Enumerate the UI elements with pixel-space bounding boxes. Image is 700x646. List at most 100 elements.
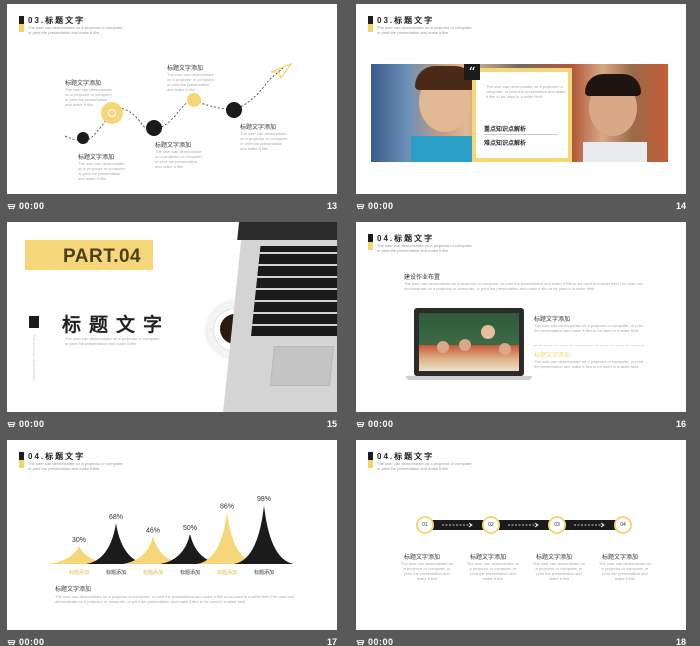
section-heading-desc: The user can demonstrate on a projector … (404, 281, 643, 291)
slide-footer-bar: 00:00 17 (0, 634, 345, 646)
slide-timing: 00:00 (19, 419, 45, 429)
step-label-2: 标题文字添加 (167, 66, 204, 72)
part-label: PART.04 (63, 246, 142, 267)
slide-thumbnail-17[interactable]: 04.标题文字 The user can demonstrate on a pr… (0, 436, 345, 646)
node-desc-2: The user can demonstrate on a projector … (466, 561, 520, 581)
key-point-2: 难点知识点解析 (484, 141, 527, 147)
animation-star-icon[interactable] (356, 202, 365, 211)
chart-value-label-2: 68% (109, 514, 123, 521)
section-title: 标题文字 (62, 315, 171, 336)
step-desc-1: The user can demonstrate on a projector … (65, 87, 113, 107)
laptop-screen-edge (237, 222, 337, 240)
chart-peak-6 (234, 505, 294, 564)
step-desc-5: The user can demonstrate on a projector … (240, 131, 288, 151)
chart-category-label-5: 标题添加 (217, 569, 237, 576)
chart-category-label-6: 标题添加 (254, 569, 274, 576)
timeline-node-1 (77, 132, 89, 144)
laptop-trackpad (269, 346, 335, 386)
chart-category-label-4: 标题添加 (180, 569, 200, 576)
chart-category-label-3: 标题添加 (143, 569, 163, 576)
laptop-base (406, 376, 532, 380)
child-hair-right (585, 74, 641, 96)
slide-footer-bar: 00:00 18 (349, 634, 694, 646)
slide-timing: 00:00 (368, 637, 394, 646)
node-label-3: 标题文字添加 (536, 555, 573, 561)
slide-number: 14 (675, 201, 686, 211)
node-label-2: 标题文字添加 (470, 555, 507, 561)
student-figure-2 (459, 339, 471, 351)
slide-canvas: 03.标题文字 The user can demonstrate on a pr… (7, 4, 337, 194)
slide-number: 18 (675, 637, 686, 646)
laptop-keyboard (251, 246, 337, 336)
node-desc-1: The user can demonstrate on a projector … (400, 561, 454, 581)
slide-thumbnail-15[interactable]: PART.04 标题文字 The user can demonstrate Th… (0, 218, 345, 436)
step-label-1: 标题文字添加 (65, 81, 102, 87)
slide-timing: 00:00 (19, 637, 45, 646)
slide-thumbnail-13[interactable]: 03.标题文字 The user can demonstrate on a pr… (0, 0, 345, 218)
animation-star-icon[interactable] (356, 638, 365, 646)
timeline-node-3 (146, 120, 162, 136)
chart-value-label-1: 30% (72, 537, 86, 544)
timeline-node-4 (187, 93, 201, 107)
process-arrows (442, 522, 605, 528)
key-point-1: 重点知识点解析 (484, 127, 527, 133)
item-label-1: 标题文字添加 (534, 317, 571, 323)
step-desc-2: The user can demonstrate on a projector … (167, 72, 215, 92)
slide-number: 15 (326, 419, 337, 429)
process-node-2: 02 (482, 516, 500, 534)
slide-timing: 00:00 (368, 201, 394, 211)
slide-thumbnail-18[interactable]: 04.标题文字 The user can demonstrate on a pr… (349, 436, 694, 646)
animation-star-icon[interactable] (7, 202, 16, 211)
slide-canvas: 04.标题文字 The user can demonstrate on a pr… (356, 222, 686, 412)
step-label-4: 标题文字添加 (155, 143, 192, 149)
slide-canvas: PART.04 标题文字 The user can demonstrate Th… (7, 222, 337, 412)
process-node-4: 04 (614, 516, 632, 534)
slide-subtitle: The user can demonstrate on a projector … (377, 243, 473, 253)
chart-footer-title: 标题文字添加 (55, 587, 92, 593)
chart-value-label-6: 98% (257, 496, 271, 503)
slide-footer-bar: 00:00 16 (349, 416, 694, 434)
slide-canvas: 03.标题文字 The user can demonstrate on a pr… (356, 4, 686, 194)
laptop (222, 222, 337, 412)
slide-timing: 00:00 (368, 419, 394, 429)
step-desc-3: The user can demonstrate on a projector … (78, 161, 126, 181)
chart-footer-desc: The user can demonstrate on a projector … (55, 594, 294, 604)
slide-timing: 00:00 (19, 201, 45, 211)
animation-star-icon[interactable] (7, 638, 16, 646)
step-label-3: 标题文字添加 (78, 155, 115, 161)
chart-value-label-4: 50% (183, 525, 197, 532)
laptop-screen-photo (419, 313, 519, 371)
node-desc-4: The user can demonstrate on a projector … (598, 561, 652, 581)
slide-number: 16 (675, 419, 686, 429)
node-label-4: 标题文字添加 (602, 555, 639, 561)
divider (484, 134, 558, 135)
teacher-figure (481, 325, 495, 339)
slide-subtitle: The user can demonstrate on a projector … (377, 25, 473, 35)
slide-canvas: 04.标题文字 The user can demonstrate on a pr… (7, 440, 337, 630)
node-desc-3: The user can demonstrate on a projector … (532, 561, 586, 581)
item-desc-2: The user can demonstrate on a projector … (534, 359, 644, 369)
slide-thumbnail-16[interactable]: 04.标题文字 The user can demonstrate on a pr… (349, 218, 694, 436)
process-node-1: 01 (416, 516, 434, 534)
student-figure-3 (499, 343, 511, 355)
timeline-node-5 (226, 102, 242, 118)
student-figure-1 (437, 341, 449, 353)
slide-footer-bar: 00:00 15 (0, 416, 345, 434)
process-node-3: 03 (548, 516, 566, 534)
step-label-5: 标题文字添加 (240, 125, 277, 131)
chart-category-label-2: 标题添加 (106, 569, 126, 576)
item-label-2: 标题文字添加 (534, 353, 571, 359)
child-shirt-right (583, 142, 647, 162)
chart-category-label-1: 标题添加 (69, 569, 89, 576)
animation-star-icon[interactable] (7, 420, 16, 429)
section-desc: The user can demonstrate on a projector … (65, 336, 161, 346)
slide-thumbnail-14[interactable]: 03.标题文字 The user can demonstrate on a pr… (349, 0, 694, 218)
part-banner: PART.04 (25, 240, 153, 270)
node-label-1: 标题文字添加 (404, 555, 441, 561)
section-heading: 建设作业布置 (404, 275, 441, 281)
animation-star-icon[interactable] (356, 420, 365, 429)
item-divider (534, 345, 644, 346)
laptop-mockup (414, 308, 524, 376)
slide-footer-bar: 00:00 13 (0, 198, 345, 216)
section-vertical-text: The user can demonstrate (32, 334, 37, 381)
